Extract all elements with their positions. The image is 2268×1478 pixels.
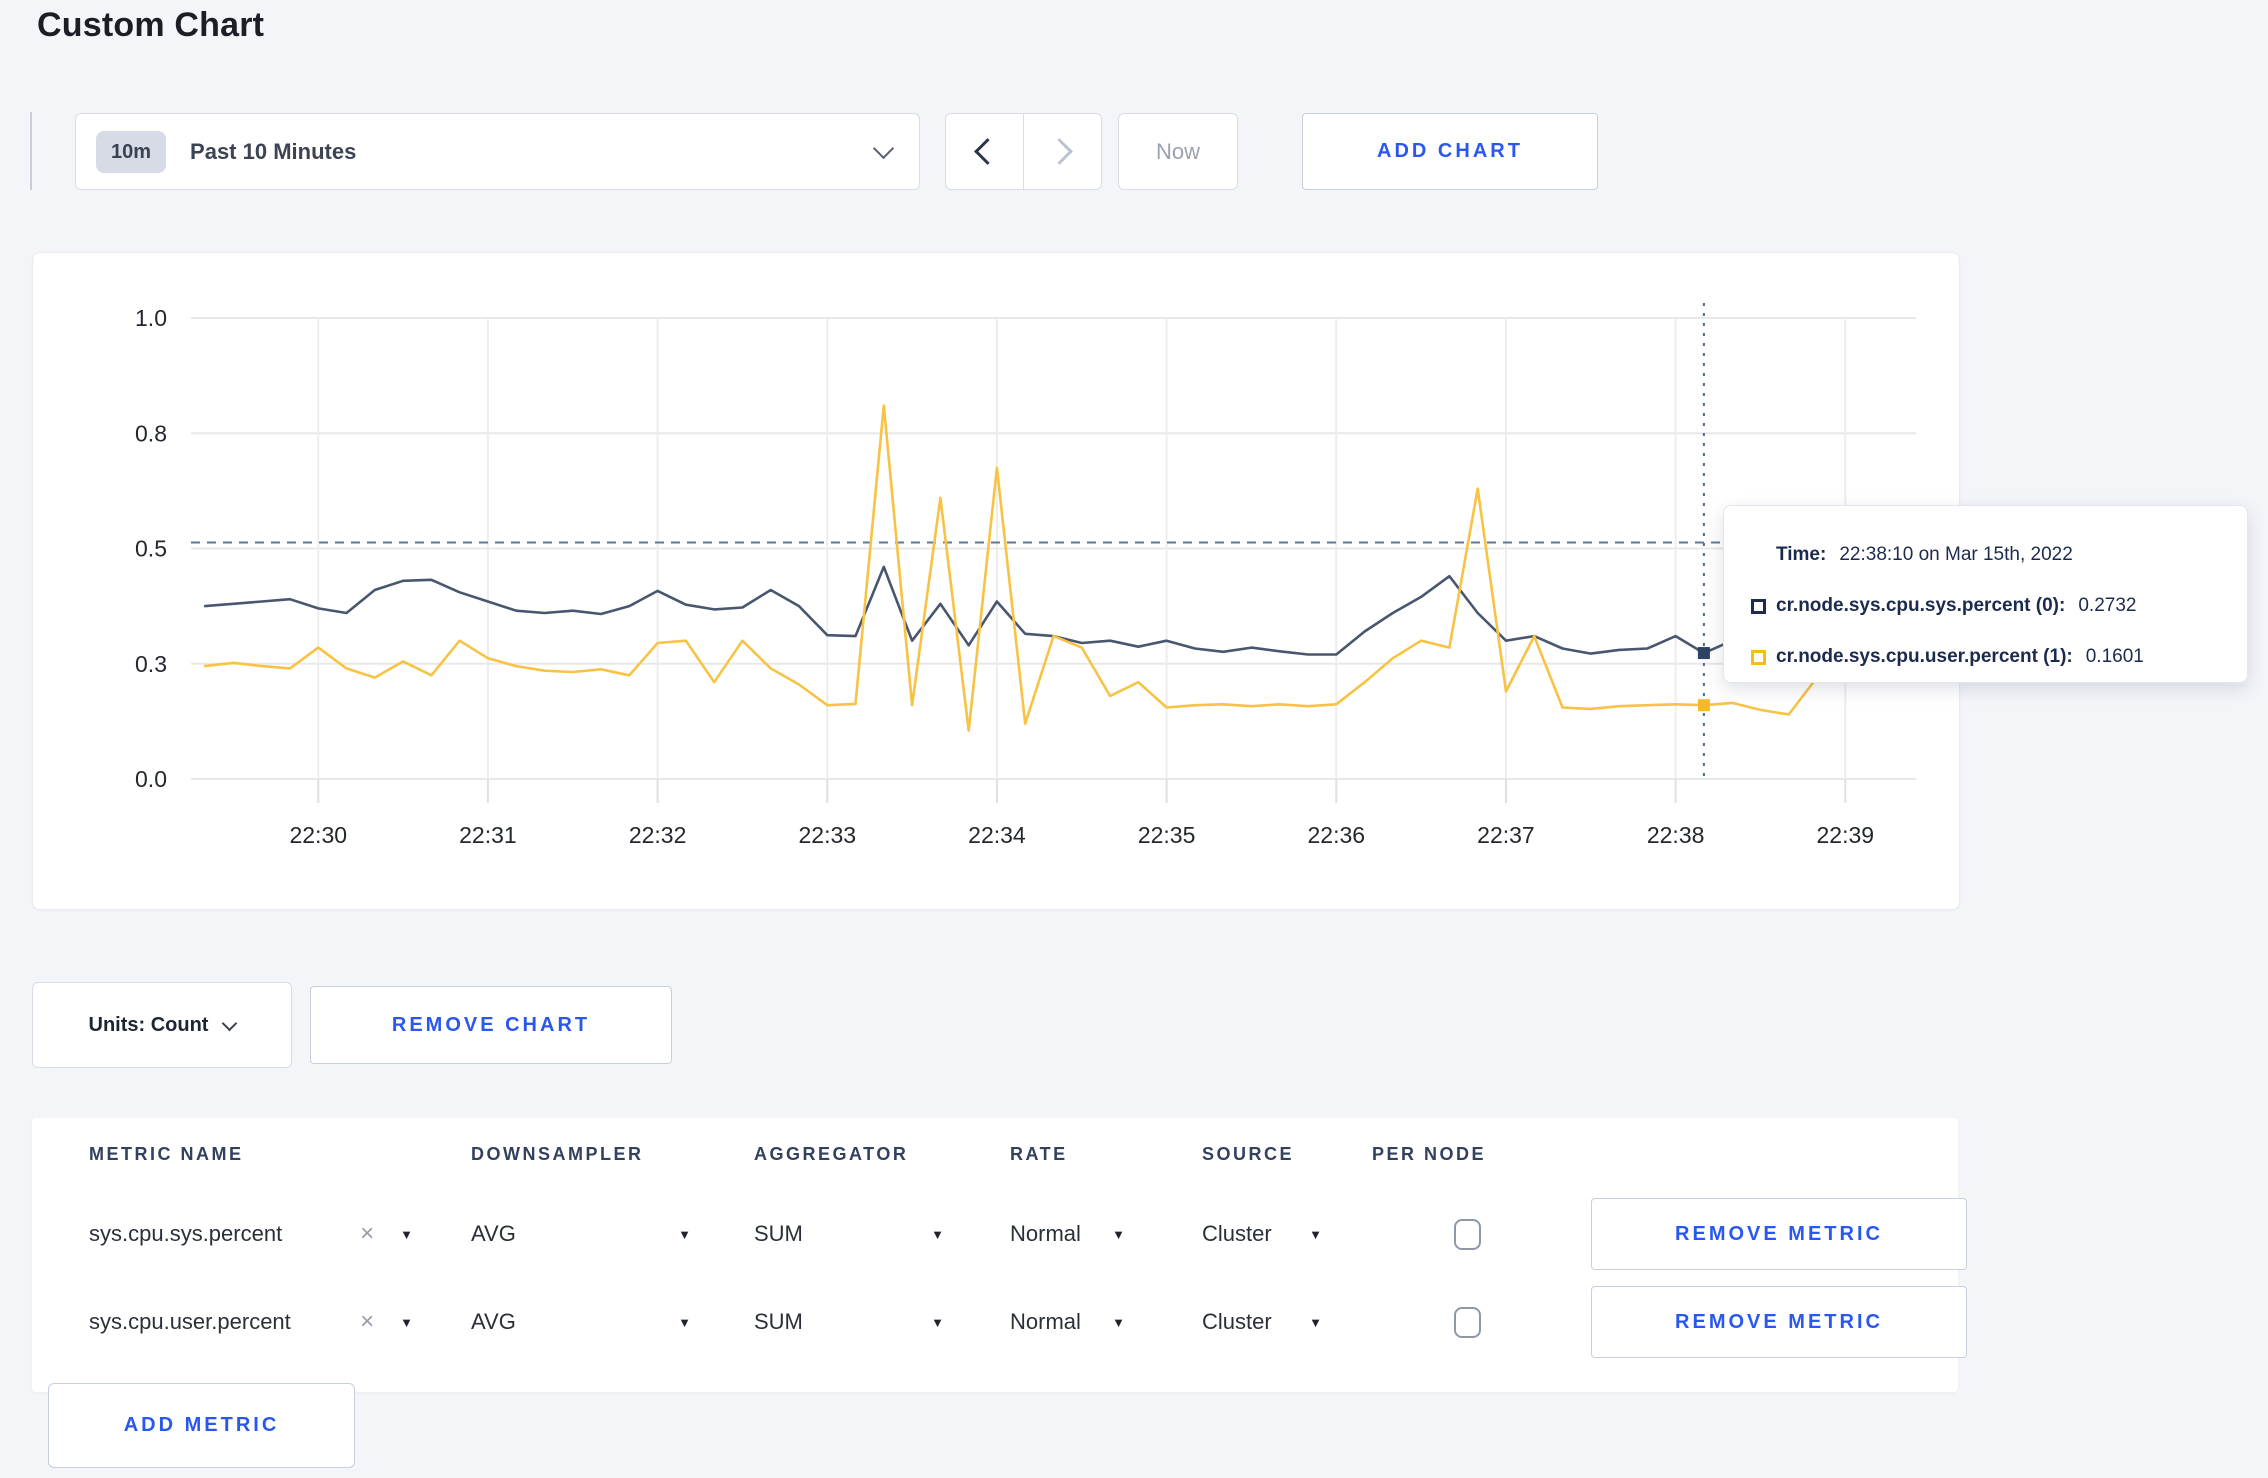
downsampler-select[interactable]: AVG ▼ bbox=[471, 1221, 691, 1247]
x-axis-tick-label: 22:32 bbox=[629, 822, 687, 848]
time-range-dropdown[interactable]: 10m Past 10 Minutes bbox=[75, 113, 920, 190]
caret-down-icon: ▼ bbox=[400, 1314, 413, 1330]
chevron-down-icon bbox=[222, 1015, 238, 1031]
y-axis-tick-label: 0.3 bbox=[135, 651, 167, 677]
tooltip-time-label: Time: bbox=[1776, 544, 1827, 565]
caret-down-icon: ▼ bbox=[678, 1314, 691, 1330]
tooltip-time-row: Time: 22:38:10 on Mar 15th, 2022 bbox=[1751, 536, 2227, 574]
page-title: Custom Chart bbox=[37, 6, 265, 44]
tooltip-series-row: cr.node.sys.cpu.user.percent (1): 0.1601 bbox=[1751, 638, 2227, 676]
caret-down-icon: ▼ bbox=[1309, 1314, 1322, 1330]
time-range-badge: 10m bbox=[96, 130, 167, 173]
tooltip-series-value: 0.1601 bbox=[2085, 646, 2144, 667]
metric-name-select[interactable]: sys.cpu.user.percent × ▼ bbox=[89, 1309, 413, 1335]
col-header-source: SOURCE bbox=[1202, 1143, 1295, 1164]
metric-name-value: sys.cpu.sys.percent bbox=[89, 1221, 283, 1246]
rate-select[interactable]: Normal ▼ bbox=[1010, 1221, 1125, 1247]
tooltip-series-label: cr.node.sys.cpu.sys.percent (0): bbox=[1776, 595, 2066, 616]
now-button[interactable]: Now bbox=[1118, 113, 1238, 190]
chart-card: 1.0 0.8 0.5 0.3 0.0 22:30 22:31 22:32 22:33 22:34… bbox=[32, 252, 1960, 910]
metric-row-user: sys.cpu.user.percent × ▼ AVG ▼ SUM ▼ Nor… bbox=[32, 1278, 1967, 1366]
tooltip-series-label: cr.node.sys.cpu.user.percent (1): bbox=[1776, 646, 2073, 667]
y-axis-tick-label: 0.5 bbox=[135, 536, 167, 562]
caret-down-icon: ▼ bbox=[931, 1314, 944, 1330]
x-axis-tick-label: 22:35 bbox=[1138, 822, 1196, 848]
hover-marker-cr.node.sys.cpu.sys.percent bbox=[1697, 647, 1710, 660]
y-axis-tick-label: 0.8 bbox=[135, 420, 167, 446]
next-time-button[interactable] bbox=[1024, 114, 1101, 189]
source-select[interactable]: Cluster ▼ bbox=[1202, 1221, 1322, 1247]
remove-chart-button[interactable]: REMOVE CHART bbox=[310, 986, 672, 1064]
rate-select[interactable]: Normal ▼ bbox=[1010, 1309, 1125, 1335]
aggregator-value: SUM bbox=[754, 1221, 803, 1246]
col-header-downsampler: DOWNSAMPLER bbox=[471, 1143, 644, 1164]
caret-down-icon: ▼ bbox=[1112, 1314, 1125, 1330]
units-label: Units: Count bbox=[88, 1013, 209, 1036]
aggregator-select[interactable]: SUM ▼ bbox=[754, 1309, 944, 1335]
caret-down-icon: ▼ bbox=[1309, 1226, 1322, 1242]
x-axis-tick-label: 22:33 bbox=[798, 822, 856, 848]
x-axis-tick-label: 22:39 bbox=[1817, 822, 1875, 848]
x-axis-tick-label: 22:37 bbox=[1477, 822, 1535, 848]
rate-value: Normal bbox=[1010, 1221, 1081, 1246]
x-axis-tick-label: 22:36 bbox=[1308, 822, 1366, 848]
per-node-checkbox[interactable] bbox=[1454, 1306, 1481, 1338]
metric-name-select[interactable]: sys.cpu.sys.percent × ▼ bbox=[89, 1221, 413, 1247]
x-axis-tick-label: 22:30 bbox=[289, 822, 347, 848]
source-value: Cluster bbox=[1202, 1221, 1272, 1246]
tooltip-time-value: 22:38:10 on Mar 15th, 2022 bbox=[1839, 544, 2073, 565]
units-dropdown[interactable]: Units: Count bbox=[32, 982, 292, 1068]
y-axis-tick-label: 1.0 bbox=[135, 305, 167, 331]
series-line-cr.node.sys.cpu.user.percent bbox=[203, 404, 1904, 732]
chevron-left-icon bbox=[973, 138, 1001, 165]
chart-tooltip: Time: 22:38:10 on Mar 15th, 2022 cr.node… bbox=[1723, 505, 2248, 683]
prev-time-button[interactable] bbox=[946, 114, 1023, 189]
metrics-table: METRIC NAME DOWNSAMPLER AGGREGATOR RATE … bbox=[32, 1118, 1967, 1392]
caret-down-icon: ▼ bbox=[1112, 1226, 1125, 1242]
col-header-metric-name: METRIC NAME bbox=[89, 1143, 244, 1164]
col-header-per-node: PER NODE bbox=[1372, 1143, 1487, 1164]
time-nav-group bbox=[945, 113, 1102, 190]
time-range-label: Past 10 Minutes bbox=[190, 138, 357, 164]
add-chart-button[interactable]: ADD CHART bbox=[1302, 113, 1598, 190]
rate-value: Normal bbox=[1010, 1309, 1081, 1334]
downsampler-value: AVG bbox=[471, 1309, 516, 1334]
hover-marker-cr.node.sys.cpu.user.percent bbox=[1697, 699, 1710, 712]
metrics-table-header: METRIC NAME DOWNSAMPLER AGGREGATOR RATE … bbox=[32, 1118, 1958, 1190]
series-user-swatch-icon bbox=[1751, 649, 1766, 665]
series-sys-swatch-icon bbox=[1751, 598, 1766, 614]
timeseries-chart[interactable]: 1.0 0.8 0.5 0.3 0.0 22:30 22:31 22:32 22:33 22:34… bbox=[33, 253, 1959, 909]
remove-metric-button[interactable]: REMOVE METRIC bbox=[1591, 1286, 1967, 1358]
tooltip-series-value: 0.2732 bbox=[2078, 595, 2137, 616]
metric-row-sys: sys.cpu.sys.percent × ▼ AVG ▼ SUM ▼ Norm… bbox=[32, 1190, 1967, 1278]
downsampler-select[interactable]: AVG ▼ bbox=[471, 1309, 691, 1335]
caret-down-icon: ▼ bbox=[678, 1226, 691, 1242]
caret-down-icon: ▼ bbox=[931, 1226, 944, 1242]
aggregator-value: SUM bbox=[754, 1309, 803, 1334]
chevron-down-icon bbox=[872, 137, 895, 160]
x-axis-tick-label: 22:34 bbox=[968, 822, 1026, 848]
source-value: Cluster bbox=[1202, 1309, 1272, 1334]
x-axis-tick-label: 22:31 bbox=[459, 822, 517, 848]
toolbar-divider bbox=[30, 112, 32, 190]
metric-name-value: sys.cpu.user.percent bbox=[89, 1309, 291, 1334]
add-metric-button[interactable]: ADD METRIC bbox=[48, 1383, 355, 1468]
downsampler-value: AVG bbox=[471, 1221, 516, 1246]
tooltip-series-row: cr.node.sys.cpu.sys.percent (0): 0.2732 bbox=[1751, 587, 2227, 625]
col-header-aggregator: AGGREGATOR bbox=[754, 1143, 909, 1164]
clear-metric-x-icon[interactable]: × bbox=[360, 1310, 374, 1334]
clear-metric-x-icon[interactable]: × bbox=[360, 1222, 374, 1246]
aggregator-select[interactable]: SUM ▼ bbox=[754, 1221, 944, 1247]
per-node-checkbox[interactable] bbox=[1454, 1218, 1481, 1250]
col-header-rate: RATE bbox=[1010, 1143, 1068, 1164]
chevron-right-icon bbox=[1046, 138, 1074, 165]
source-select[interactable]: Cluster ▼ bbox=[1202, 1309, 1322, 1335]
x-axis-tick-label: 22:38 bbox=[1647, 822, 1705, 848]
y-axis-tick-label: 0.0 bbox=[135, 766, 167, 792]
caret-down-icon: ▼ bbox=[400, 1226, 413, 1242]
remove-metric-button[interactable]: REMOVE METRIC bbox=[1591, 1198, 1967, 1270]
